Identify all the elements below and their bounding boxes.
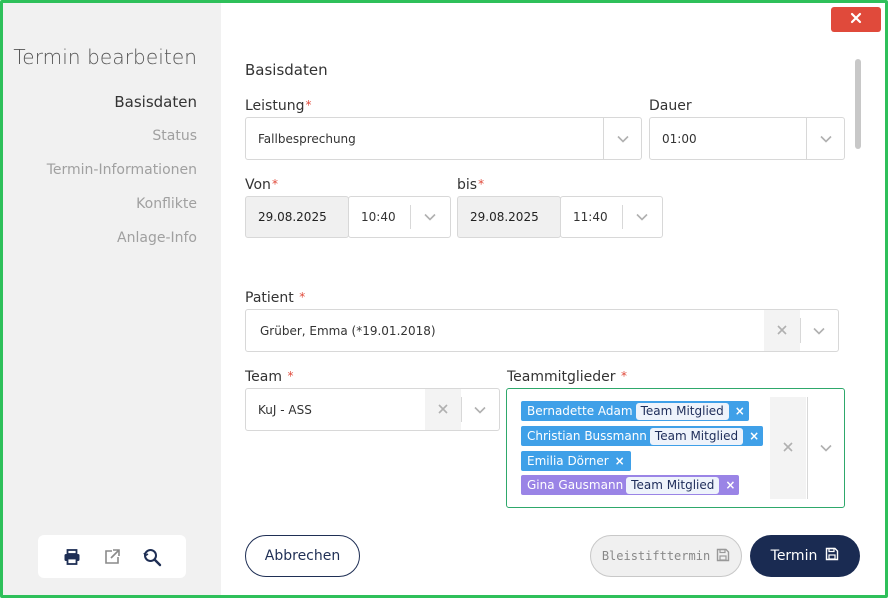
teammitglieder-multiselect[interactable]: Bernadette Adam Team Mitglied × Christia…	[506, 388, 845, 508]
teammitglieder-label: Teammitglieder *	[507, 369, 628, 385]
leistung-dropdown-toggle[interactable]	[603, 118, 641, 159]
member-tag: Bernadette Adam Team Mitglied ×	[521, 401, 749, 421]
von-date-input[interactable]: 29.08.2025	[245, 196, 349, 238]
remove-tag-icon[interactable]: ×	[745, 429, 763, 443]
section-title: Basisdaten	[245, 61, 328, 79]
member-role-badge: Team Mitglied	[635, 402, 729, 420]
save-button-label: Termin	[770, 548, 818, 564]
von-label: Von*	[245, 177, 278, 193]
team-value: KuJ - ASS	[258, 402, 312, 417]
bis-date-input[interactable]: 29.08.2025	[457, 196, 561, 238]
save-appointment-button[interactable]: Termin	[750, 535, 860, 577]
member-tag: Gina Gausmann Team Mitglied ×	[521, 475, 740, 495]
bis-label: bis*	[457, 177, 485, 193]
von-time-select[interactable]: 10:40	[348, 196, 451, 238]
member-tag-name: Bernadette Adam	[527, 404, 633, 418]
clear-icon	[783, 439, 793, 457]
sidebar-item-konflikte[interactable]: Konflikte	[47, 195, 197, 229]
save-icon	[716, 548, 730, 565]
teammitglieder-clear-button[interactable]	[770, 397, 806, 499]
patient-label: Patient *	[245, 290, 306, 306]
member-tag-name: Emilia Dörner	[527, 454, 609, 468]
patient-clear-button[interactable]	[764, 310, 800, 351]
chevron-down-icon	[474, 401, 486, 419]
toolbar	[38, 535, 186, 578]
chevron-down-icon	[819, 130, 832, 148]
bis-date-value: 29.08.2025	[470, 210, 539, 224]
draft-button-label: Bleistifttermin	[601, 549, 711, 563]
member-tag: Emilia Dörner ×	[521, 451, 631, 471]
dialog-title: Termin bearbeiten	[13, 45, 197, 69]
leistung-value: Fallbesprechung	[258, 131, 356, 146]
von-date-value: 29.08.2025	[258, 210, 327, 224]
member-tag-name: Christian Bussmann	[527, 429, 647, 443]
leistung-label: Leistung*	[245, 98, 312, 114]
bis-time-value: 11:40	[573, 210, 608, 224]
external-link-icon[interactable]	[101, 546, 123, 568]
clear-icon	[777, 322, 787, 340]
dauer-value: 01:00	[662, 131, 697, 146]
scrollbar[interactable]	[855, 59, 861, 513]
chevron-down-icon	[636, 208, 648, 226]
team-dropdown-toggle[interactable]	[461, 389, 499, 430]
search-refresh-icon[interactable]	[141, 546, 163, 568]
chevron-down-icon	[820, 439, 832, 457]
bis-time-select[interactable]: 11:40	[560, 196, 663, 238]
member-role-badge: Team Mitglied	[649, 427, 744, 445]
save-icon	[825, 547, 839, 565]
dauer-dropdown-toggle[interactable]	[806, 118, 844, 159]
team-select[interactable]: KuJ - ASS	[245, 388, 500, 431]
scrollbar-thumb[interactable]	[855, 59, 861, 149]
member-tag: Christian Bussmann Team Mitglied ×	[521, 426, 764, 446]
cancel-button[interactable]: Abbrechen	[245, 535, 360, 577]
sidebar-item-status[interactable]: Status	[47, 127, 197, 161]
sidebar-item-basisdaten[interactable]: Basisdaten	[47, 93, 197, 127]
chevron-down-icon	[424, 208, 436, 226]
remove-tag-icon[interactable]: ×	[611, 454, 629, 468]
sidebar: Termin bearbeiten Basisdaten Status Term…	[3, 3, 221, 595]
chevron-down-icon	[616, 130, 629, 148]
patient-select[interactable]: Grüber, Emma (*19.01.2018)	[245, 309, 839, 352]
draft-appointment-button[interactable]: Bleistifttermin	[590, 535, 742, 577]
dauer-label: Dauer	[649, 98, 692, 114]
patient-value: Grüber, Emma (*19.01.2018)	[260, 323, 436, 338]
patient-dropdown-toggle[interactable]	[800, 310, 838, 351]
sidebar-nav: Basisdaten Status Termin-Informationen K…	[47, 93, 197, 263]
sidebar-item-termin-informationen[interactable]: Termin-Informationen	[47, 161, 197, 195]
chevron-down-icon	[813, 322, 825, 340]
print-icon[interactable]	[61, 546, 83, 568]
team-clear-button[interactable]	[425, 389, 461, 430]
member-tag-name: Gina Gausmann	[527, 478, 624, 492]
von-time-dropdown-toggle[interactable]	[410, 197, 450, 237]
main-content: Basisdaten Leistung* Fallbesprechung Dau…	[221, 3, 885, 595]
dauer-select[interactable]: 01:00	[649, 117, 845, 160]
teammitglieder-dropdown-toggle[interactable]	[808, 389, 844, 507]
von-time-value: 10:40	[361, 210, 396, 224]
leistung-select[interactable]: Fallbesprechung	[245, 117, 642, 160]
remove-tag-icon[interactable]: ×	[721, 478, 739, 492]
bis-time-dropdown-toggle[interactable]	[622, 197, 662, 237]
team-label: Team *	[245, 369, 294, 385]
member-role-badge: Team Mitglied	[626, 476, 720, 494]
clear-icon	[438, 401, 448, 419]
remove-tag-icon[interactable]: ×	[731, 404, 749, 418]
sidebar-item-anlage-info[interactable]: Anlage-Info	[47, 229, 197, 263]
